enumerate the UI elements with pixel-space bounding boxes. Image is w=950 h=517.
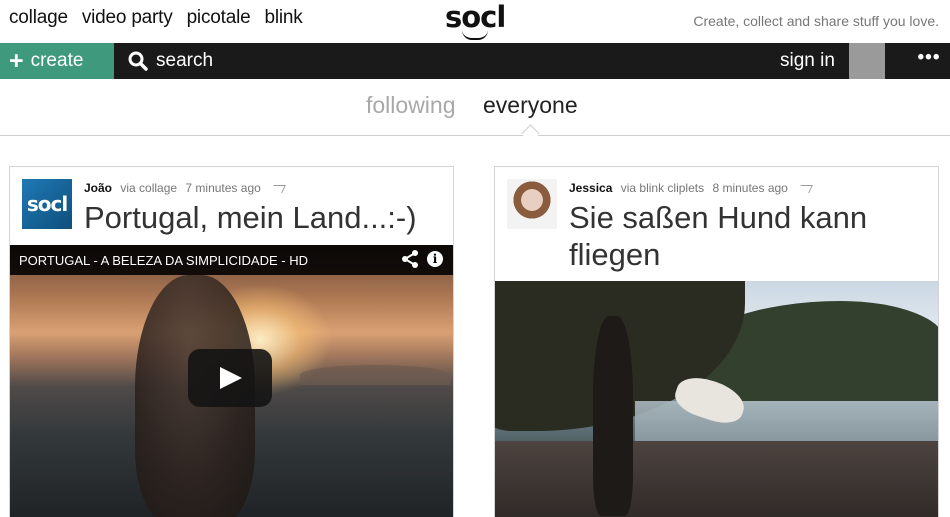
post-time: 8 minutes ago [712,181,788,195]
logo-text: socl [445,0,506,34]
video-player[interactable]: PORTUGAL - A BELEZA DA SIMPLICIDADE - HD… [10,245,453,517]
post-image[interactable] [495,281,938,517]
via-source[interactable]: via blink cliplets [621,181,704,195]
thumbnail-hill [300,365,450,385]
beach-photo [495,281,938,517]
share-icon[interactable] [401,249,419,269]
feed-tabs: following everyone [0,79,950,143]
search-label: search [156,50,214,71]
post-time: 7 minutes ago [185,181,261,195]
user-avatar-placeholder[interactable] [849,43,885,79]
video-title-bar: PORTUGAL - A BELEZA DA SIMPLICIDADE - HD… [10,245,453,275]
tab-everyone[interactable]: everyone [483,92,578,119]
reshare-icon[interactable] [797,184,814,193]
active-tab-indicator [521,124,540,143]
search-button[interactable]: search [128,43,213,79]
photo-sand [495,441,938,517]
post-title[interactable]: Portugal, mein Land...:-) [84,199,417,236]
tagline: Create, collect and share stuff you love… [693,13,939,29]
socl-logo[interactable]: socl [445,0,506,40]
play-icon [220,367,242,389]
tab-following[interactable]: following [366,92,456,119]
play-button[interactable] [188,349,272,407]
create-button[interactable]: + create [0,43,114,79]
post-title[interactable]: Sie saßen Hund kann fliegen [569,199,929,273]
app-nav: collage video party picotale blink [9,7,317,29]
sign-in-link[interactable]: sign in [780,43,835,79]
command-bar: + create search sign in ••• [0,43,950,79]
search-icon [128,51,148,71]
more-menu-icon[interactable]: ••• [911,43,947,79]
nav-picotale[interactable]: picotale [187,7,251,29]
info-icon[interactable]: i [427,251,443,267]
author-name[interactable]: João [84,181,112,195]
video-title[interactable]: PORTUGAL - A BELEZA DA SIMPLICIDADE - HD [19,253,308,268]
author-avatar[interactable] [507,179,557,229]
reshare-icon[interactable] [270,184,287,193]
nav-video-party[interactable]: video party [82,7,173,29]
photo-person [593,316,633,516]
post-card[interactable]: socl João via collage 7 minutes ago Port… [9,166,454,517]
post-meta: Jessica via blink cliplets 8 minutes ago [569,181,814,195]
author-avatar[interactable]: socl [22,179,72,229]
top-bar: collage video party picotale blink socl … [0,0,950,43]
post-card[interactable]: Jessica via blink cliplets 8 minutes ago… [494,166,939,517]
create-label: create [30,50,84,71]
plus-icon: + [9,46,24,75]
via-source[interactable]: via collage [120,181,177,195]
nav-collage[interactable]: collage [9,7,68,29]
logo-smile [462,30,488,40]
author-name[interactable]: Jessica [569,181,612,195]
nav-blink[interactable]: blink [264,7,302,29]
post-meta: João via collage 7 minutes ago [84,181,287,195]
